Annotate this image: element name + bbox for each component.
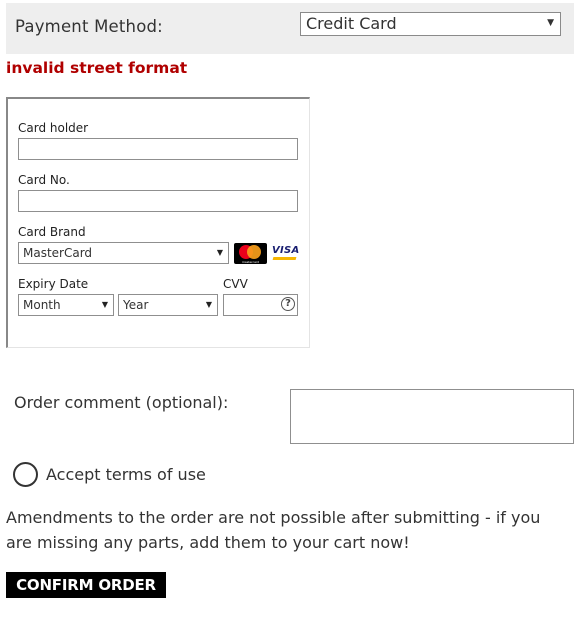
payment-method-label: Payment Method: [15, 17, 163, 36]
chevron-down-icon: ▼ [205, 300, 212, 309]
accept-terms-label[interactable]: Accept terms of use [46, 465, 206, 484]
expiry-year-value: Year [123, 298, 149, 312]
card-number-label: Card No. [18, 173, 70, 187]
card-details-panel: Card holder Card No. Card Brand MasterCa… [6, 97, 310, 348]
payment-method-select[interactable]: Credit Card ▼ [300, 12, 561, 36]
card-brand-select[interactable]: MasterCard ▼ [18, 242, 229, 264]
cvv-label: CVV [223, 277, 248, 291]
visa-logo-text: VISA [272, 245, 300, 256]
expiry-date-label: Expiry Date [18, 277, 89, 291]
chevron-down-icon: ▼ [216, 248, 223, 257]
visa-logo-icon: VISA [270, 243, 300, 264]
expiry-month-value: Month [23, 298, 61, 312]
help-icon[interactable]: ? [281, 297, 295, 311]
payment-method-value: Credit Card [306, 14, 397, 33]
order-notice-text: Amendments to the order are not possible… [6, 508, 541, 552]
mastercard-logo-icon: mastercard [234, 243, 267, 264]
card-number-input[interactable] [18, 190, 298, 212]
expiry-year-select[interactable]: Year ▼ [118, 294, 218, 316]
order-comment-textarea[interactable] [290, 389, 574, 444]
payment-method-bar: Payment Method: Credit Card ▼ [6, 3, 574, 54]
card-brand-label: Card Brand [18, 225, 86, 239]
expiry-month-select[interactable]: Month ▼ [18, 294, 114, 316]
card-brand-value: MasterCard [23, 246, 93, 260]
order-comment-label: Order comment (optional): [14, 393, 229, 412]
card-holder-label: Card holder [18, 121, 89, 135]
card-holder-input[interactable] [18, 138, 298, 160]
accept-terms-radio[interactable] [13, 462, 38, 487]
mastercard-logo-text: mastercard [241, 260, 260, 264]
confirm-order-button[interactable]: CONFIRM ORDER [6, 572, 166, 598]
error-message: invalid street format [6, 59, 188, 77]
chevron-down-icon: ▼ [547, 18, 554, 28]
chevron-down-icon: ▼ [101, 300, 108, 309]
